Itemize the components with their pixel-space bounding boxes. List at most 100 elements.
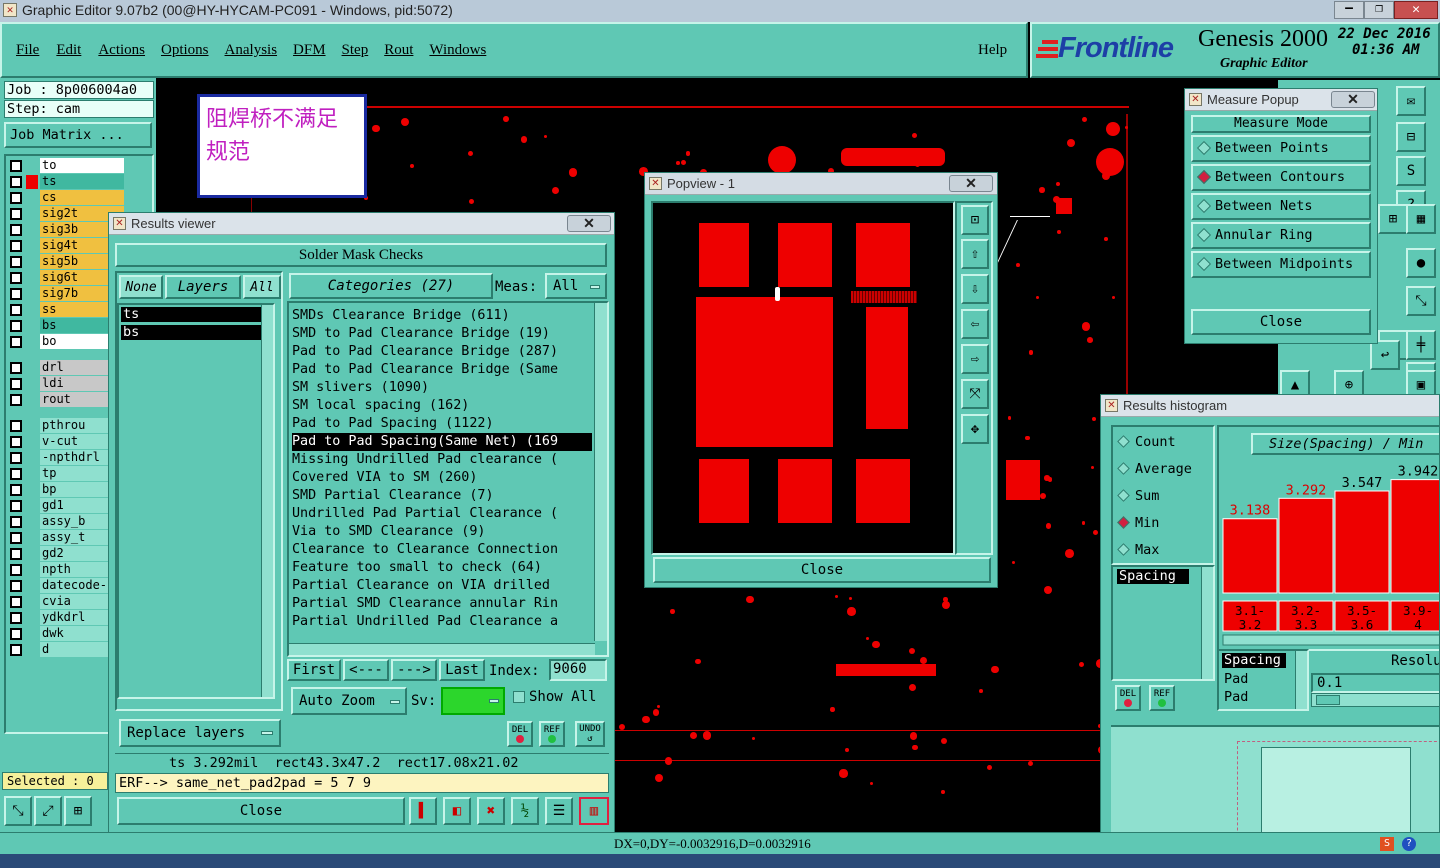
index-input[interactable]: 9060 xyxy=(549,659,607,681)
hist-del-button[interactable]: DEL xyxy=(1115,685,1141,711)
category-item[interactable]: Pad to Pad Spacing (1122) xyxy=(292,415,592,433)
layer-checkbox[interactable] xyxy=(10,436,22,448)
right-tool-icon[interactable]: ✉ xyxy=(1396,86,1426,116)
job-matrix-button[interactable]: Job Matrix ... xyxy=(4,122,152,148)
layer-row[interactable]: gd1 xyxy=(8,498,124,514)
category-item[interactable]: SMD to Pad Clearance Bridge (19) xyxy=(292,325,592,343)
results-viewer-close-x[interactable]: ✕ xyxy=(567,215,611,232)
layer-checkbox[interactable] xyxy=(10,580,22,592)
layer-row[interactable]: to xyxy=(8,158,124,174)
layer-checkbox[interactable] xyxy=(10,628,22,640)
category-item[interactable]: Undrilled Pad Partial Clearance ( xyxy=(292,505,592,523)
layer-checkbox[interactable] xyxy=(10,644,22,656)
layer-checkbox[interactable] xyxy=(10,484,22,496)
category-item[interactable]: Partial Clearance on VIA drilled xyxy=(292,577,592,595)
layer-checkbox[interactable] xyxy=(10,420,22,432)
layer-row[interactable]: bo xyxy=(8,334,124,350)
histogram-option[interactable]: Average xyxy=(1115,458,1192,480)
layer-checkbox[interactable] xyxy=(10,612,22,624)
popview-pan-down-icon[interactable]: ⇩ xyxy=(961,274,989,304)
undo-button[interactable]: UNDO ↺ xyxy=(575,721,605,747)
category-item[interactable]: Feature too small to check (64) xyxy=(292,559,592,577)
histogram-option[interactable]: Min xyxy=(1115,512,1159,534)
layer-checkbox[interactable] xyxy=(10,192,22,204)
layer-row[interactable]: tp xyxy=(8,466,124,482)
layer-row[interactable]: sig6t xyxy=(8,270,124,286)
layer-checkbox[interactable] xyxy=(10,240,22,252)
chart-scrollbar[interactable] xyxy=(1222,634,1440,646)
category-item[interactable]: SMDs Clearance Bridge (611) xyxy=(292,307,592,325)
histogram-option[interactable]: Max xyxy=(1115,539,1159,561)
layer-checkbox[interactable] xyxy=(10,516,22,528)
layer-row[interactable]: -npthdrl xyxy=(8,450,124,466)
show-all-checkbox[interactable] xyxy=(513,691,525,703)
layer-row[interactable]: sig4t xyxy=(8,238,124,254)
category-item[interactable]: Partial Undrilled Pad Clearance a xyxy=(292,613,592,631)
histogram-bottom-list[interactable]: Spacing Pad Pad xyxy=(1217,649,1309,711)
layer-checkbox[interactable] xyxy=(10,288,22,300)
tool-measure-icon[interactable]: ⤢ xyxy=(34,796,62,826)
layer-checkbox[interactable] xyxy=(10,564,22,576)
meas-dropdown[interactable]: All xyxy=(545,273,607,299)
category-item[interactable]: Pad to Pad Clearance Bridge (287) xyxy=(292,343,592,361)
right-tool-icon[interactable]: ▦ xyxy=(1406,204,1436,234)
layer-checkbox[interactable] xyxy=(10,548,22,560)
popview-pan-up-icon[interactable]: ⇧ xyxy=(961,239,989,269)
layer-checkbox[interactable] xyxy=(10,362,22,374)
category-scrollbar[interactable] xyxy=(594,303,607,641)
menu-step[interactable]: Step xyxy=(342,42,369,59)
popview-close-x[interactable]: ✕ xyxy=(949,175,993,192)
layers-button[interactable]: Layers xyxy=(165,275,241,299)
layer-checkbox[interactable] xyxy=(10,378,22,390)
layer-row[interactable]: cvia xyxy=(8,594,124,610)
menu-options[interactable]: Options xyxy=(161,42,209,59)
layer-checkbox[interactable] xyxy=(10,320,22,332)
rv-tool-4-icon[interactable]: ½ xyxy=(511,797,539,825)
auto-zoom-dropdown[interactable]: Auto Zoom xyxy=(291,687,407,715)
category-list[interactable]: SMDs Clearance Bridge (611) SMD to Pad Cl… xyxy=(287,301,609,657)
right-tool-icon[interactable]: ⊟ xyxy=(1396,122,1426,152)
right-tool-icon[interactable]: ↩ xyxy=(1370,340,1400,370)
categories-button[interactable]: Categories (27) xyxy=(289,273,493,299)
right-tool-icon[interactable]: ⊞ xyxy=(1378,204,1408,234)
category-item[interactable]: SM local spacing (162) xyxy=(292,397,592,415)
layer-row[interactable]: npth xyxy=(8,562,124,578)
layer-checkbox[interactable] xyxy=(10,452,22,464)
layer-checkbox[interactable] xyxy=(10,532,22,544)
measure-close-button[interactable]: Close xyxy=(1191,309,1371,335)
histogram-bar[interactable] xyxy=(1334,490,1390,594)
category-item[interactable]: Clearance to Clearance Connection xyxy=(292,541,592,559)
layer-checkbox[interactable] xyxy=(10,304,22,316)
measure-option[interactable]: Annular Ring xyxy=(1191,222,1371,249)
layer-checkbox[interactable] xyxy=(10,500,22,512)
del-button[interactable]: DEL xyxy=(507,721,533,747)
histogram-chart[interactable]: Size(Spacing) / Min 3.138 3.1- 3.2 3.292 3.2… xyxy=(1217,425,1440,651)
first-button[interactable]: First xyxy=(287,659,341,681)
menu-help[interactable]: Help xyxy=(978,42,1007,59)
layer-name[interactable]: to xyxy=(40,158,124,173)
category-item[interactable]: Via to SMD Clearance (9) xyxy=(292,523,592,541)
histogram-field-list[interactable]: Spacing xyxy=(1111,565,1215,681)
rv-tool-5-icon[interactable]: ☰ xyxy=(545,797,573,825)
result-layer-list[interactable]: ts bs xyxy=(117,303,275,699)
bottom-item-pad-2[interactable]: Pad xyxy=(1224,689,1248,705)
field-spacing[interactable]: Spacing xyxy=(1117,569,1189,584)
layer-checkbox[interactable] xyxy=(10,160,22,172)
histogram-bar[interactable] xyxy=(1278,497,1334,594)
prev-button[interactable]: <--- xyxy=(343,659,389,681)
bottom-item-spacing[interactable]: Spacing xyxy=(1222,653,1286,668)
layer-checkbox[interactable] xyxy=(10,336,22,348)
layer-checkbox[interactable] xyxy=(10,176,22,188)
layer-row[interactable]: cs xyxy=(8,190,124,206)
popview-pan-right-icon[interactable]: ⇨ xyxy=(961,344,989,374)
layer-row[interactable]: gd2 xyxy=(8,546,124,562)
right-tool-icon[interactable]: ● xyxy=(1406,248,1436,278)
menu-dfm[interactable]: DFM xyxy=(293,42,326,59)
rv-tool-1-icon[interactable]: ▌ xyxy=(409,797,437,825)
layer-checkbox[interactable] xyxy=(10,394,22,406)
results-close-button[interactable]: Close xyxy=(117,797,405,825)
sv-color-dropdown[interactable] xyxy=(441,687,505,715)
category-item[interactable]: Pad to Pad Spacing(Same Net) (169 xyxy=(292,433,592,451)
ref-button[interactable]: REF xyxy=(539,721,565,747)
layer-row[interactable]: assy_t xyxy=(8,530,124,546)
